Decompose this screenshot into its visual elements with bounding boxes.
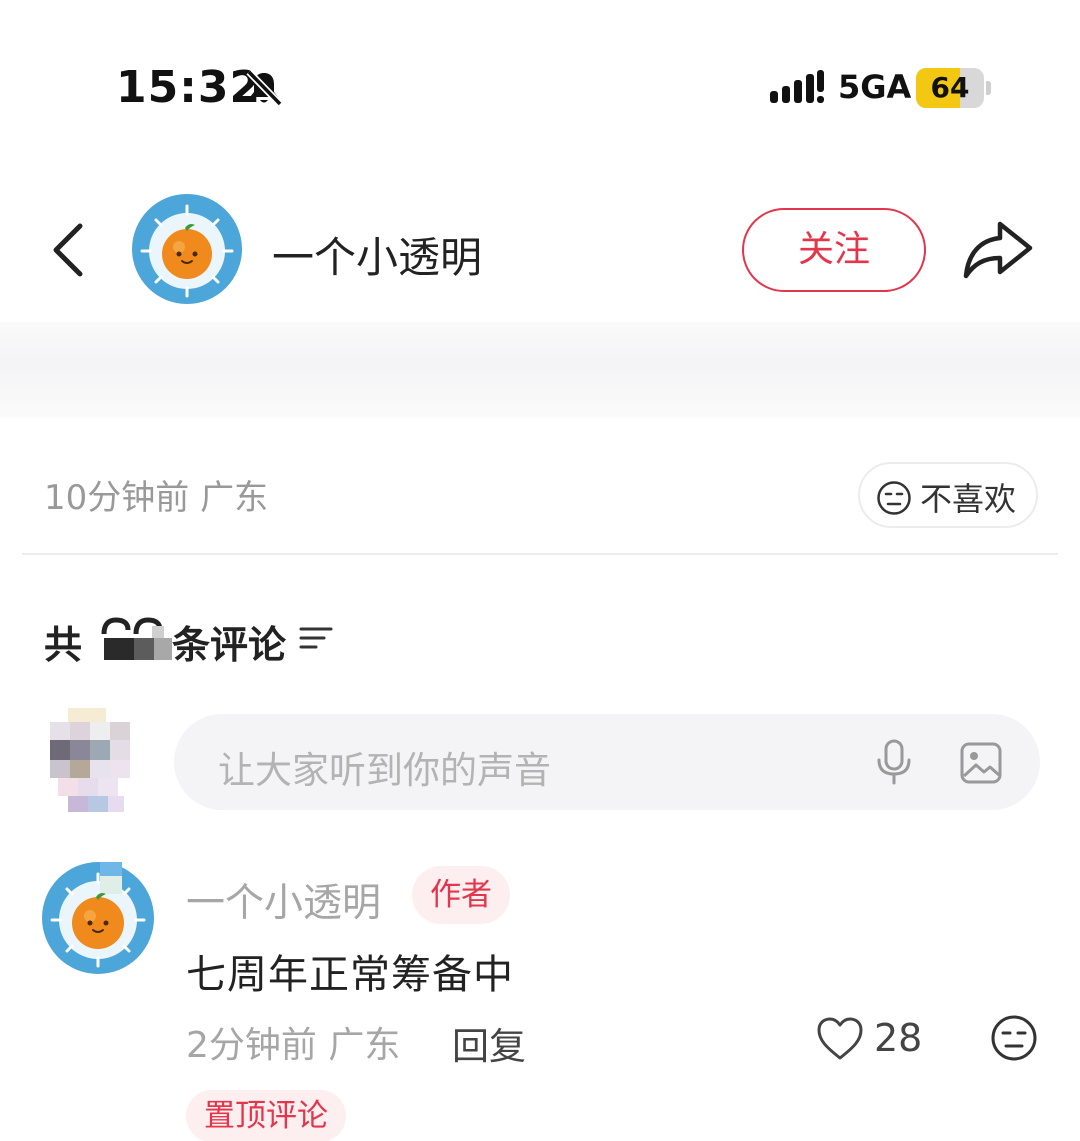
dislike-label: 不喜欢 xyxy=(920,480,1017,518)
comment-item: 一个小透明 作者 七周年正常筹备中 2分钟前 广东 回复 28 置顶评论 xyxy=(0,850,1080,1141)
post-header: 一个小透明 关注 xyxy=(0,180,1080,320)
dislike-button[interactable]: 不喜欢 xyxy=(858,462,1038,528)
microphone-icon[interactable] xyxy=(872,738,916,786)
reply-button[interactable]: 回复 xyxy=(452,1016,526,1070)
like-count: 28 xyxy=(874,1016,923,1060)
comment-input-placeholder: 让大家听到你的声音 xyxy=(218,749,551,792)
pinned-badge: 置顶评论 xyxy=(186,1090,346,1141)
image-icon[interactable] xyxy=(958,740,1004,786)
my-avatar[interactable] xyxy=(44,708,140,812)
comment-meta: 2分钟前 广东 xyxy=(186,1025,401,1066)
status-bar: 15:32 5GA 64 xyxy=(0,0,1080,150)
comment-count-obscured xyxy=(101,617,172,660)
comment-input[interactable]: 让大家听到你的声音 xyxy=(174,714,1040,810)
author-badge: 作者 xyxy=(412,866,510,924)
battery-percent: 64 xyxy=(930,71,970,104)
like-button[interactable]: 28 xyxy=(816,1014,926,1066)
comment-text[interactable]: 七周年正常筹备中 xyxy=(186,942,514,1000)
status-time: 15:32 xyxy=(116,62,262,113)
content-fade xyxy=(0,322,1080,418)
commenter-avatar[interactable] xyxy=(42,862,154,974)
heart-icon xyxy=(817,1017,863,1060)
author-name[interactable]: 一个小透明 xyxy=(272,224,482,285)
share-icon[interactable] xyxy=(960,218,1036,280)
divider xyxy=(22,553,1058,555)
comment-count-suffix: 条评论 xyxy=(172,623,287,667)
author-avatar[interactable] xyxy=(132,194,242,304)
follow-button[interactable]: 关注 xyxy=(742,208,926,292)
battery-icon: 64 xyxy=(916,68,992,108)
comment-count-prefix: 共 xyxy=(44,623,83,667)
sort-icon[interactable] xyxy=(298,620,334,656)
comment-dislike-icon[interactable] xyxy=(990,1014,1038,1062)
bell-muted-icon xyxy=(246,69,283,107)
commenter-name[interactable]: 一个小透明 xyxy=(186,872,381,928)
signal-icon xyxy=(770,70,824,103)
back-arrow-icon[interactable] xyxy=(44,220,94,280)
network-type: 5GA xyxy=(838,68,912,106)
neutral-face-icon xyxy=(877,481,911,515)
post-meta: 10分钟前 广东 xyxy=(44,478,269,518)
